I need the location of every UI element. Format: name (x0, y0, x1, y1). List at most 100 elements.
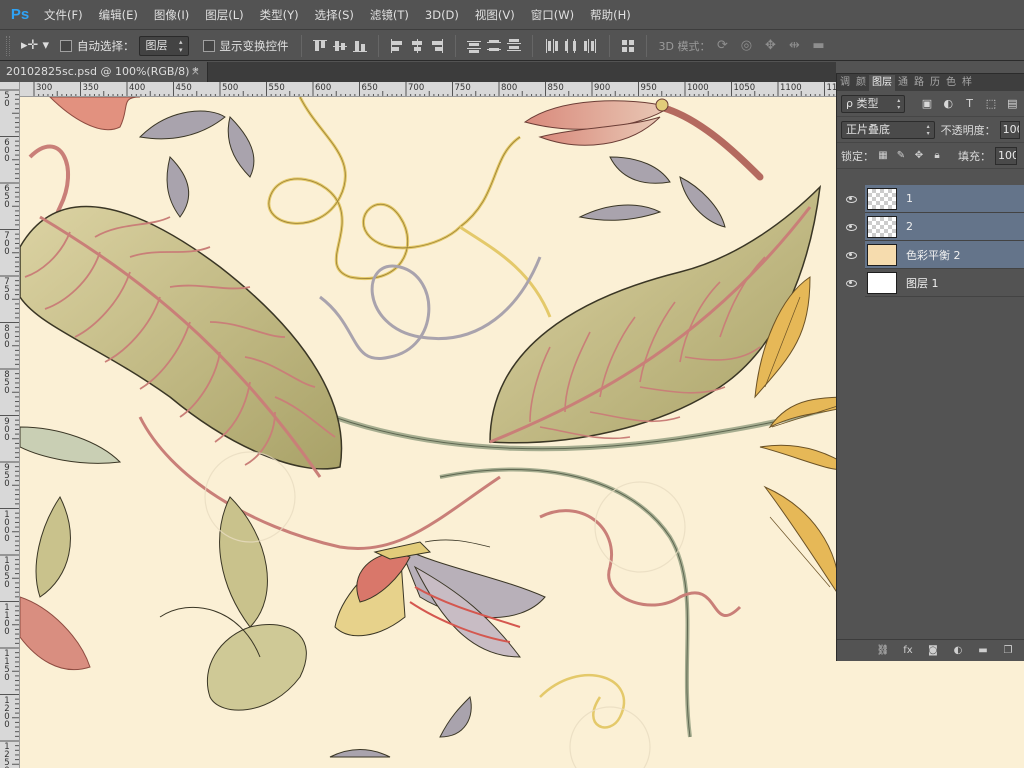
lock-all-icon[interactable]: 🔒︎ (931, 150, 943, 162)
3d-scale-icon[interactable]: ▬ (808, 38, 828, 54)
ruler-tick-label: 1200 (4, 695, 10, 730)
layer-row[interactable]: 色彩平衡 2 (837, 241, 1024, 269)
menu-layer[interactable]: 图层(L) (197, 7, 251, 23)
visibility-eye-icon[interactable] (843, 185, 859, 213)
menu-window[interactable]: 窗口(W) (523, 7, 582, 23)
distribute-top-icon[interactable] (466, 38, 482, 54)
3d-rotate-icon[interactable]: ⟳ (712, 38, 732, 54)
3d-slide-icon[interactable]: ⇹ (784, 38, 804, 54)
panel-tab-bar: 调 颜 图层 通 路 历 色 样 (837, 74, 1024, 91)
align-hcenter-icon[interactable] (409, 38, 425, 54)
distribute-left-icon[interactable] (543, 38, 559, 54)
layer-name[interactable]: 图层 1 (906, 275, 939, 291)
new-adjustment-icon[interactable]: ◐ (950, 644, 966, 658)
ruler-tick-label: 600 (315, 83, 332, 93)
ruler-tick-label: 1050 (733, 83, 756, 93)
tab-swatches[interactable]: 色 (943, 75, 959, 91)
ruler-tick-label: 1150 (4, 649, 10, 683)
lock-transparent-icon[interactable]: ▦ (877, 150, 889, 162)
distribute-right-icon[interactable] (583, 38, 599, 54)
align-vcenter-icon[interactable] (332, 38, 348, 54)
menu-help[interactable]: 帮助(H) (582, 7, 639, 23)
layer-thumbnail (867, 271, 897, 294)
tab-paths[interactable]: 路 (911, 75, 927, 91)
divider (454, 34, 456, 57)
visibility-eye-icon[interactable] (843, 241, 859, 269)
document-tab[interactable]: 20102825sc.psd @ 100%(RGB/8) * × (0, 62, 208, 82)
new-group-icon[interactable]: ▬ (975, 644, 991, 658)
tab-styles[interactable]: 样 (959, 75, 975, 91)
menu-filter[interactable]: 滤镜(T) (362, 7, 417, 23)
vertical-ruler[interactable]: 50 600 650 700 750 800 850 900 950 1000 1050 1100 11… (0, 82, 20, 768)
add-mask-icon[interactable]: ◙ (925, 644, 941, 658)
tab-channels[interactable]: 通 (895, 75, 911, 91)
align-bottom-icon[interactable] (352, 38, 368, 54)
layer-name[interactable]: 2 (906, 220, 913, 233)
ruler-tick-label: 1250 (4, 742, 10, 768)
auto-align-icon[interactable] (620, 38, 636, 54)
type-filter-icon[interactable]: T (962, 97, 977, 111)
menu-image[interactable]: 图像(I) (146, 7, 197, 23)
ruler-tick-label: 750 (454, 83, 471, 93)
smart-object-filter-icon[interactable]: ▤ (1005, 97, 1020, 111)
options-grip[interactable] (6, 35, 10, 56)
ruler-tick-label: 700 (4, 230, 10, 257)
ruler-tick-label: 750 (4, 277, 10, 303)
ruler-tick-label: 900 (594, 83, 611, 93)
document-tab-title: 20102825sc.psd @ 100%(RGB/8) * (6, 65, 199, 78)
image-filter-icon[interactable]: ▣ (919, 97, 934, 111)
align-right-icon[interactable] (429, 38, 445, 54)
opacity-input[interactable]: 100% (999, 120, 1020, 139)
ruler-tick-label: 1000 (687, 83, 709, 93)
close-tab-icon[interactable]: × (191, 62, 200, 82)
tab-layers[interactable]: 图层 (869, 75, 895, 91)
auto-select-label: 自动选择： (77, 38, 135, 53)
blend-mode-dropdown[interactable]: 正片叠底 (841, 120, 935, 139)
fx-icon[interactable]: fx (900, 644, 916, 658)
horizontal-ruler[interactable]: 300 350 400 450 500 550 600 650 700 750 800 850 900 9… (20, 82, 836, 97)
lock-pixels-icon[interactable]: ✎ (895, 150, 907, 162)
divider (531, 34, 533, 57)
show-transform-checkbox[interactable] (202, 39, 215, 52)
tab-history[interactable]: 历 (927, 75, 943, 91)
layer-row[interactable]: 2 (837, 213, 1024, 241)
distribute-bottom-icon[interactable] (506, 38, 522, 54)
divider (608, 34, 610, 57)
layer-filter-dropdown[interactable]: ρ 类型 (841, 94, 906, 113)
menu-type[interactable]: 类型(Y) (252, 7, 307, 23)
layer-row[interactable]: 图层 1 (837, 269, 1024, 297)
3d-pan-icon[interactable]: ✥ (760, 38, 780, 54)
new-layer-icon[interactable]: ❐ (1000, 644, 1016, 658)
layer-name[interactable]: 色彩平衡 2 (906, 247, 961, 263)
tab-adjustments[interactable]: 调 (837, 75, 853, 91)
distribute-vcenter-icon[interactable] (486, 38, 502, 54)
layer-name[interactable]: 1 (906, 192, 913, 205)
3d-roll-icon[interactable]: ◎ (736, 38, 756, 54)
tab-color[interactable]: 颜 (853, 75, 869, 91)
align-top-icon[interactable] (312, 38, 328, 54)
moth (334, 539, 546, 658)
visibility-eye-icon[interactable] (843, 213, 859, 241)
visibility-eye-icon[interactable] (843, 269, 859, 297)
auto-select-checkbox[interactable] (60, 39, 72, 52)
menu-edit[interactable]: 编辑(E) (91, 7, 146, 23)
divider (645, 34, 647, 57)
menu-select[interactable]: 选择(S) (307, 7, 362, 23)
layer-filter-row: ρ 类型 ▣ ◐ T ⬚ ▤ (837, 91, 1024, 117)
ruler-tick-label: 900 (4, 416, 10, 443)
shape-filter-icon[interactable]: ⬚ (983, 97, 998, 111)
menu-view[interactable]: 视图(V) (467, 7, 523, 23)
large-leaf-middle (489, 184, 822, 444)
adjustment-filter-icon[interactable]: ◐ (941, 97, 956, 111)
fill-input[interactable]: 100% (995, 146, 1017, 165)
ruler-tick-label: 1000 (4, 509, 10, 544)
align-left-icon[interactable] (389, 38, 405, 54)
menu-file[interactable]: 文件(F) (36, 7, 91, 23)
auto-select-target-dropdown[interactable]: 图层 (138, 35, 189, 56)
menu-3d[interactable]: 3D(D) (417, 8, 467, 22)
link-layers-icon[interactable]: ⛓ (875, 644, 891, 658)
lock-position-icon[interactable]: ✥ (913, 150, 925, 162)
distribute-hcenter-icon[interactable] (563, 38, 579, 54)
move-tool-preset-icon[interactable]: ▸✛ ▾ (18, 35, 52, 57)
layer-row[interactable]: 1 (837, 185, 1024, 213)
